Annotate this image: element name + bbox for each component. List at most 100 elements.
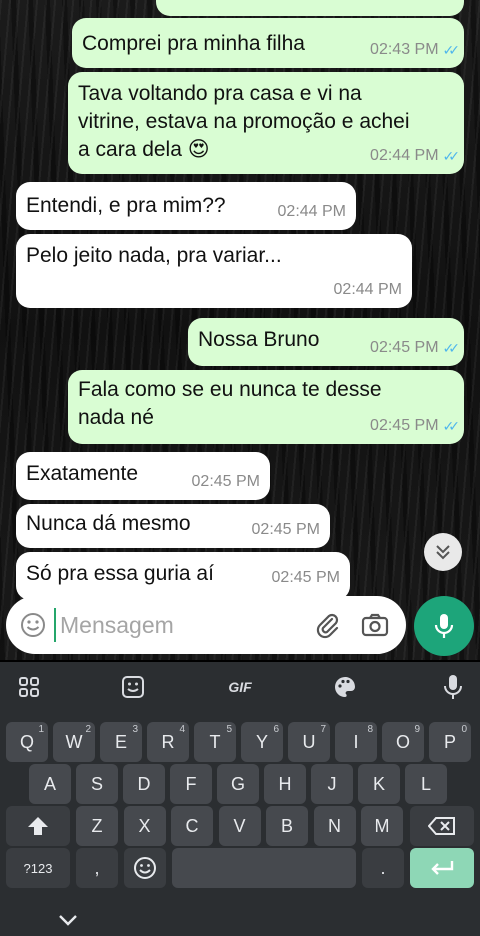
key-k[interactable]: K bbox=[358, 764, 400, 804]
palette-icon[interactable] bbox=[330, 672, 360, 702]
key-v[interactable]: V bbox=[218, 806, 261, 846]
key-o[interactable]: O9 bbox=[382, 722, 424, 762]
message-bubble[interactable]: Fala como se eu nunca te desse nada né 0… bbox=[68, 370, 464, 444]
message-meta: 02:45 PM bbox=[192, 468, 260, 496]
message-text: Nossa Bruno bbox=[198, 328, 320, 351]
message-text: Entendi, e pra mim?? bbox=[26, 194, 226, 217]
message-bubble[interactable]: Só pra essa guria aí 02:45 PM bbox=[16, 552, 350, 600]
key-a[interactable]: A bbox=[29, 764, 71, 804]
message-composer bbox=[6, 596, 406, 654]
key-t[interactable]: T5 bbox=[194, 722, 236, 762]
symbols-key-label: ?123 bbox=[23, 860, 53, 876]
key-j[interactable]: J bbox=[311, 764, 353, 804]
message-time: 02:45 PM bbox=[271, 569, 340, 586]
message-text: Pelo jeito nada, pra variar... bbox=[26, 244, 282, 267]
message-meta: 02:45 PM ✓✓ bbox=[370, 334, 460, 362]
key-i[interactable]: I8 bbox=[335, 722, 377, 762]
key-w[interactable]: W2 bbox=[53, 722, 95, 762]
key-s[interactable]: S bbox=[76, 764, 118, 804]
double-chevron-down-icon bbox=[436, 545, 450, 560]
key-h[interactable]: H bbox=[264, 764, 306, 804]
key-q[interactable]: Q1 bbox=[6, 722, 48, 762]
gif-label: GIF bbox=[228, 679, 252, 695]
key-f[interactable]: F bbox=[170, 764, 212, 804]
read-ticks-icon: ✓✓ bbox=[442, 148, 461, 164]
message-input[interactable] bbox=[54, 608, 294, 642]
key-g[interactable]: G bbox=[217, 764, 259, 804]
message-meta: 02:45 PM bbox=[272, 564, 340, 592]
message-time: 02:43 PM bbox=[370, 41, 439, 58]
sticker-icon[interactable] bbox=[118, 672, 148, 702]
key-l[interactable]: L bbox=[405, 764, 447, 804]
paperclip-icon[interactable] bbox=[312, 610, 342, 640]
space-key[interactable] bbox=[172, 848, 356, 888]
key-number-hint: 0 bbox=[461, 724, 467, 735]
key-number-hint: 6 bbox=[273, 724, 279, 735]
key-c[interactable]: C bbox=[171, 806, 213, 846]
symbols-key[interactable]: ?123 bbox=[6, 848, 70, 888]
shift-icon bbox=[28, 817, 48, 835]
message-bubble[interactable]: Entendi, e pra mim?? 02:44 PM bbox=[16, 182, 356, 230]
message-line: a cara dela 😍 bbox=[78, 138, 210, 161]
message-line: nada né bbox=[78, 406, 154, 429]
message-bubble[interactable]: Pelo jeito nada, pra variar... 02:44 PM bbox=[16, 234, 412, 308]
emoji-key[interactable] bbox=[124, 848, 166, 888]
message-time: 02:45 PM bbox=[370, 417, 439, 434]
scroll-to-bottom-button[interactable] bbox=[424, 533, 462, 571]
key-z[interactable]: Z bbox=[76, 806, 118, 846]
key-number-hint: 8 bbox=[367, 724, 373, 735]
shift-key[interactable] bbox=[6, 806, 70, 846]
message-line: vitrine, estava na promoção e achei bbox=[78, 110, 410, 133]
message-bubble-partial bbox=[156, 0, 464, 16]
period-key[interactable]: . bbox=[362, 848, 404, 888]
camera-icon[interactable] bbox=[360, 610, 390, 640]
key-e[interactable]: E3 bbox=[100, 722, 142, 762]
chevron-down-icon[interactable] bbox=[56, 910, 80, 930]
voice-record-button[interactable] bbox=[414, 596, 474, 656]
message-meta: 02:44 PM ✓✓ bbox=[370, 142, 461, 170]
enter-key[interactable] bbox=[410, 848, 474, 888]
key-label: U bbox=[302, 731, 316, 752]
key-label: T bbox=[209, 731, 221, 752]
key-b[interactable]: B bbox=[266, 806, 308, 846]
key-label: W bbox=[65, 731, 83, 752]
key-r[interactable]: R4 bbox=[147, 722, 189, 762]
key-p[interactable]: P0 bbox=[429, 722, 471, 762]
message-text: Nunca dá mesmo bbox=[26, 512, 191, 535]
message-text: Exatamente bbox=[26, 462, 139, 485]
key-m[interactable]: M bbox=[361, 806, 403, 846]
message-time: 02:44 PM bbox=[277, 203, 346, 220]
message-bubble[interactable]: Comprei pra minha filha 02:43 PM ✓✓ bbox=[72, 18, 464, 68]
comma-key-label: , bbox=[94, 857, 100, 878]
apps-grid-icon[interactable] bbox=[14, 672, 44, 702]
keyboard-toolbar: GIF bbox=[0, 662, 480, 712]
period-key-label: . bbox=[380, 857, 386, 878]
key-label: P bbox=[443, 731, 456, 752]
chat-area: Comprei pra minha filha 02:43 PM ✓✓ Tava … bbox=[0, 0, 480, 660]
key-y[interactable]: Y6 bbox=[241, 722, 283, 762]
key-label: I bbox=[353, 731, 359, 752]
message-bubble[interactable]: Nossa Bruno 02:45 PM ✓✓ bbox=[188, 318, 464, 366]
read-ticks-icon: ✓✓ bbox=[442, 42, 461, 58]
key-u[interactable]: U7 bbox=[288, 722, 330, 762]
microphone-icon bbox=[434, 614, 454, 638]
key-number-hint: 2 bbox=[85, 724, 91, 735]
message-bubble[interactable]: Nunca dá mesmo 02:45 PM bbox=[16, 504, 330, 548]
message-bubble[interactable]: Exatamente 02:45 PM bbox=[16, 452, 270, 500]
key-n[interactable]: N bbox=[313, 806, 356, 846]
emoji-icon[interactable] bbox=[20, 612, 46, 638]
message-text: Só pra essa guria aí bbox=[26, 562, 214, 585]
comma-key[interactable]: , bbox=[76, 848, 118, 888]
message-time: 02:45 PM bbox=[370, 339, 439, 356]
message-meta: 02:44 PM bbox=[334, 276, 402, 304]
backspace-key[interactable] bbox=[410, 806, 474, 846]
voice-typing-icon[interactable] bbox=[438, 672, 468, 702]
message-meta: 02:43 PM ✓✓ bbox=[370, 36, 461, 64]
gif-button[interactable]: GIF bbox=[222, 672, 258, 702]
message-bubble[interactable]: Tava voltando pra casa e vi na vitrine, … bbox=[68, 72, 464, 174]
key-d[interactable]: D bbox=[123, 764, 165, 804]
key-x[interactable]: X bbox=[123, 806, 166, 846]
key-number-hint: 3 bbox=[132, 724, 138, 735]
key-number-hint: 1 bbox=[38, 724, 44, 735]
backspace-icon bbox=[428, 817, 455, 835]
